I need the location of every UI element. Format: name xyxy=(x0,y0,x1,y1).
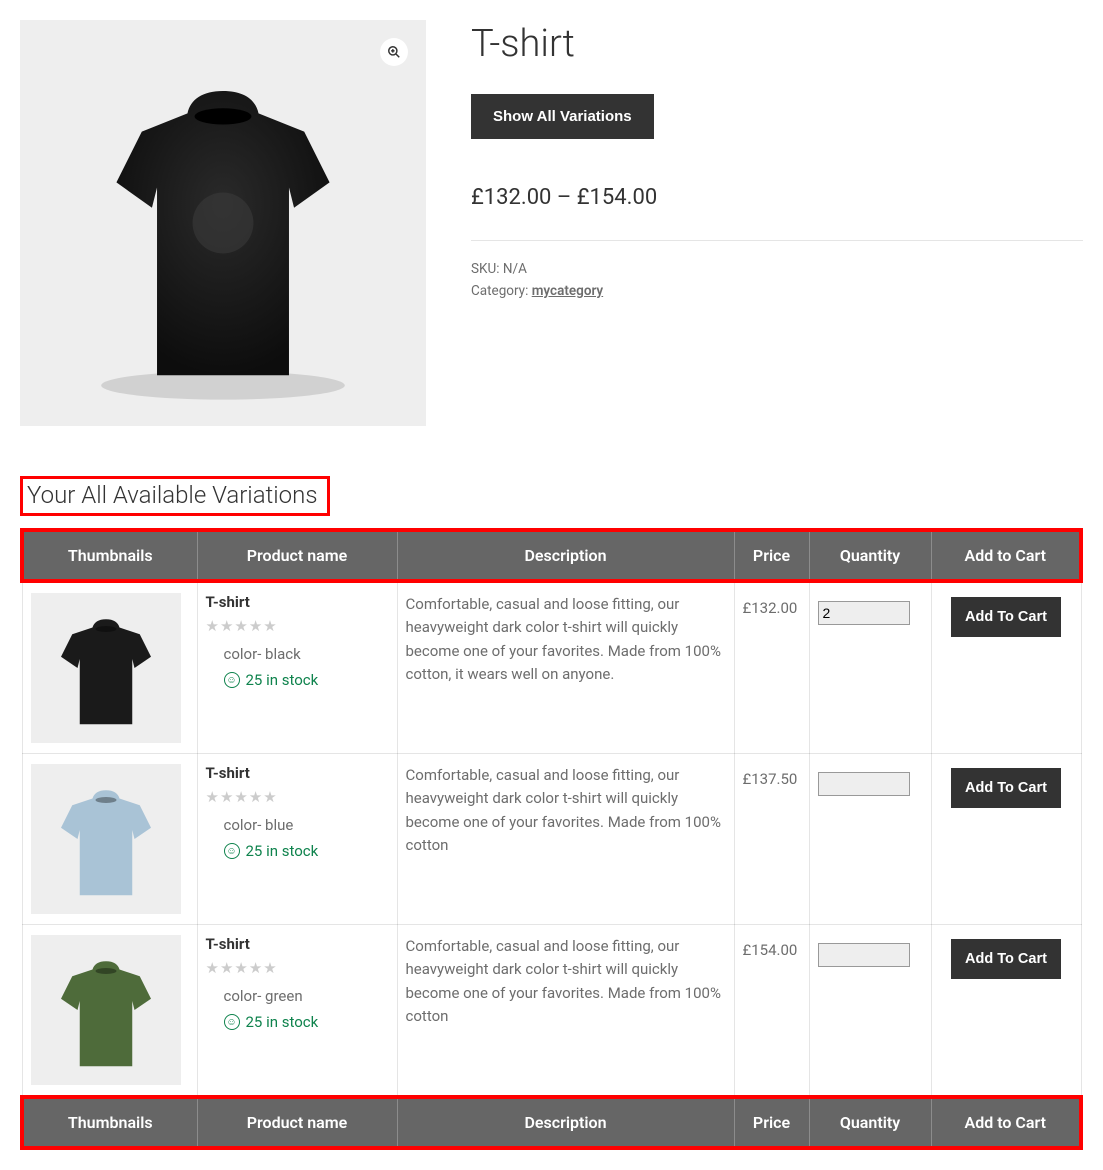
zoom-icon[interactable] xyxy=(380,38,408,66)
variations-table: Thumbnails Product name Description Pric… xyxy=(20,528,1083,1150)
th-price: Price xyxy=(734,530,809,581)
tf-quantity: Quantity xyxy=(809,1097,931,1148)
tf-description: Description xyxy=(397,1097,734,1148)
stock-text: 25 in stock xyxy=(246,671,319,689)
variation-price: £137.50 xyxy=(734,754,809,925)
rating-stars: ★★★★★ xyxy=(206,788,389,806)
variation-name: T-shirt xyxy=(206,935,389,953)
variation-description: Comfortable, casual and loose fitting, o… xyxy=(397,925,734,1098)
add-to-cart-button[interactable]: Add To Cart xyxy=(951,939,1061,979)
show-all-variations-button[interactable]: Show All Variations xyxy=(471,94,654,139)
sku-label: SKU: xyxy=(471,261,500,277)
rating-stars: ★★★★★ xyxy=(206,617,389,635)
variation-description: Comfortable, casual and loose fitting, o… xyxy=(397,754,734,925)
stock-text: 25 in stock xyxy=(246,842,319,860)
variations-section-title: Your All Available Variations xyxy=(20,476,330,516)
sku-value: N/A xyxy=(503,261,527,277)
quantity-stepper[interactable] xyxy=(818,601,910,625)
stock-status: ☺ 25 in stock xyxy=(224,1013,389,1031)
smile-icon: ☺ xyxy=(224,672,240,688)
variation-description: Comfortable, casual and loose fitting, o… xyxy=(397,581,734,754)
category-label: Category: xyxy=(471,283,528,299)
thumbnail-image[interactable] xyxy=(31,764,181,914)
th-product-name: Product name xyxy=(197,530,397,581)
stock-status: ☺ 25 in stock xyxy=(224,842,389,860)
table-footer-row: Thumbnails Product name Description Pric… xyxy=(22,1097,1081,1148)
th-description: Description xyxy=(397,530,734,581)
variation-price: £154.00 xyxy=(734,925,809,1098)
smile-icon: ☺ xyxy=(224,1014,240,1030)
stock-text: 25 in stock xyxy=(246,1013,319,1031)
tf-price: Price xyxy=(734,1097,809,1148)
th-add-to-cart: Add to Cart xyxy=(931,530,1081,581)
variation-name: T-shirt xyxy=(206,593,389,611)
price-range: £132.00 – £154.00 xyxy=(471,185,1083,210)
variation-attribute: color- blue xyxy=(224,816,389,834)
table-row: T-shirt ★★★★★ color- black ☺ 25 in stock Comf… xyxy=(22,581,1081,754)
product-gallery xyxy=(20,20,426,426)
variation-name: T-shirt xyxy=(206,764,389,782)
category-link[interactable]: mycategory xyxy=(532,283,603,299)
th-thumbnails: Thumbnails xyxy=(22,530,197,581)
smile-icon: ☺ xyxy=(224,843,240,859)
product-title: T-shirt xyxy=(471,22,1083,66)
table-row: T-shirt ★★★★★ color- green ☺ 25 in stock Comf… xyxy=(22,925,1081,1098)
tf-thumbnails: Thumbnails xyxy=(22,1097,197,1148)
add-to-cart-button[interactable]: Add To Cart xyxy=(951,597,1061,637)
table-row: T-shirt ★★★★★ color- blue ☺ 25 in stock Comfo… xyxy=(22,754,1081,925)
tf-product-name: Product name xyxy=(197,1097,397,1148)
thumbnail-image[interactable] xyxy=(31,935,181,1085)
thumbnail-image[interactable] xyxy=(31,593,181,743)
th-quantity: Quantity xyxy=(809,530,931,581)
quantity-stepper[interactable] xyxy=(818,772,910,796)
divider xyxy=(471,240,1083,241)
tf-add-to-cart: Add to Cart xyxy=(931,1097,1081,1148)
variation-attribute: color- black xyxy=(224,645,389,663)
table-header-row: Thumbnails Product name Description Pric… xyxy=(22,530,1081,581)
variation-attribute: color- green xyxy=(224,987,389,1005)
quantity-stepper[interactable] xyxy=(818,943,910,967)
product-image xyxy=(20,20,426,426)
rating-stars: ★★★★★ xyxy=(206,959,389,977)
add-to-cart-button[interactable]: Add To Cart xyxy=(951,768,1061,808)
stock-status: ☺ 25 in stock xyxy=(224,671,389,689)
variation-price: £132.00 xyxy=(734,581,809,754)
